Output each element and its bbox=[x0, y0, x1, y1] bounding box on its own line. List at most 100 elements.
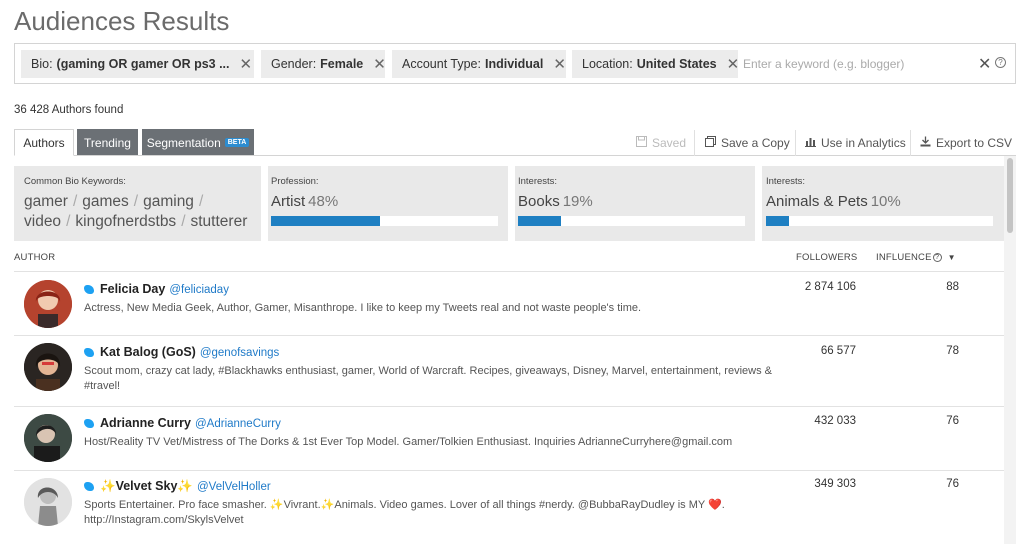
saved-label: Saved bbox=[652, 136, 687, 150]
followers-column-header[interactable]: FOLLOWERS bbox=[796, 252, 857, 263]
interests-name: Books bbox=[518, 193, 560, 210]
interests-bar bbox=[518, 216, 745, 226]
scrollbar-thumb[interactable] bbox=[1007, 158, 1013, 233]
author-column-header: AUTHOR bbox=[14, 252, 56, 263]
keyword-separator: / bbox=[133, 193, 139, 210]
interests-bar bbox=[766, 216, 993, 226]
keyword[interactable]: games bbox=[82, 193, 129, 210]
table-row[interactable]: Felicia Day @feliciaday Actress, New Medi… bbox=[14, 272, 1004, 336]
twitter-icon bbox=[84, 285, 94, 295]
profession-name: Artist bbox=[271, 193, 306, 210]
author-name-line: ✨Velvet Sky✨ @VelVelHoller bbox=[84, 479, 271, 494]
chip-value: (gaming OR gamer OR ps3 ... bbox=[56, 57, 230, 71]
keyword-separator: / bbox=[72, 193, 78, 210]
interests-label: Interests: bbox=[518, 176, 558, 187]
save-copy-button[interactable]: Save a Copy bbox=[705, 130, 790, 156]
followers-count: 2 874 106 bbox=[804, 281, 856, 293]
keyword[interactable]: video bbox=[24, 213, 61, 230]
summary-panel: Common Bio Keywords: gamer / games / gaming /… bbox=[14, 166, 1004, 241]
keyword-separator: / bbox=[181, 213, 186, 230]
author-name-line: Felicia Day @feliciaday bbox=[84, 282, 229, 296]
interests-panel-2: Interests: Animals & Pets 10% bbox=[762, 166, 1004, 241]
help-icon[interactable]: ? bbox=[995, 57, 1006, 68]
author-bio: Scout mom, crazy cat lady, #Blackhawks e… bbox=[84, 365, 772, 392]
avatar[interactable] bbox=[24, 280, 72, 328]
keyword-cloud: gamer / games / gaming / video / kingofnerdstbs /… bbox=[24, 192, 259, 232]
download-icon bbox=[920, 136, 931, 150]
tab-authors[interactable]: Authors bbox=[14, 129, 74, 156]
save-icon bbox=[636, 136, 647, 150]
use-in-analytics-button[interactable]: Use in Analytics bbox=[805, 130, 906, 156]
saved-button[interactable]: Saved bbox=[636, 130, 686, 156]
twitter-icon bbox=[84, 348, 94, 358]
export-csv-button[interactable]: Export to CSV bbox=[920, 130, 1012, 156]
table-row[interactable]: ✨Velvet Sky✨ @VelVelHoller Sports Enterta… bbox=[14, 471, 1004, 544]
keyword[interactable]: kingofnerdstbs bbox=[75, 213, 176, 230]
author-name-line: Kat Balog (GoS) @genofsavings bbox=[84, 345, 279, 359]
interests-bar-fill bbox=[518, 216, 562, 226]
action-divider bbox=[910, 130, 911, 156]
author-handle[interactable]: @VelVelHoller bbox=[197, 481, 271, 493]
use-in-analytics-label: Use in Analytics bbox=[821, 136, 906, 150]
author-name[interactable]: Adrianne Curry bbox=[100, 416, 191, 430]
chip-label: Gender: bbox=[271, 57, 317, 71]
results-count: 36 428 Authors found bbox=[14, 104, 124, 116]
help-icon[interactable]: ? bbox=[932, 252, 942, 262]
panel-divider bbox=[755, 166, 762, 241]
chip-label: Location: bbox=[582, 57, 633, 71]
action-divider bbox=[694, 130, 695, 156]
influence-score: 88 bbox=[946, 281, 959, 293]
filter-chip-location[interactable]: Location: United States ✕ bbox=[572, 50, 738, 78]
keyword-separator: / bbox=[198, 193, 204, 210]
tab-trending[interactable]: Trending bbox=[77, 129, 138, 156]
influence-header-label: INFLUENCE bbox=[876, 252, 932, 263]
clear-filters-icon[interactable]: ✕ bbox=[978, 54, 991, 74]
chip-label: Bio: bbox=[31, 57, 53, 71]
action-divider bbox=[795, 130, 796, 156]
table-row[interactable]: Kat Balog (GoS) @genofsavings Scout mom, … bbox=[14, 336, 1004, 407]
influence-column-header[interactable]: INFLUENCE? ▼ bbox=[876, 252, 956, 263]
influence-score: 76 bbox=[946, 415, 959, 427]
filter-chip-account-type[interactable]: Account Type: Individual ✕ bbox=[392, 50, 566, 78]
keyword[interactable]: gaming bbox=[143, 193, 194, 210]
interests-panel-1: Interests: Books 19% bbox=[515, 166, 755, 241]
author-handle[interactable]: @AdrianneCurry bbox=[195, 418, 281, 430]
remove-filter-icon[interactable]: ✕ bbox=[727, 57, 738, 72]
interests-bar-fill bbox=[766, 216, 789, 226]
filter-bar: Bio: (gaming OR gamer OR ps3 ... ✕ Gende… bbox=[14, 43, 1016, 84]
tab-label: Segmentation bbox=[146, 135, 221, 150]
profession-label: Profession: bbox=[271, 176, 319, 187]
author-name-line: Adrianne Curry @AdrianneCurry bbox=[84, 416, 281, 430]
filter-chip-gender[interactable]: Gender: Female ✕ bbox=[261, 50, 385, 78]
page-title: Audiences Results bbox=[14, 6, 230, 36]
influence-score: 78 bbox=[946, 345, 959, 357]
author-name[interactable]: ✨Velvet Sky✨ bbox=[100, 479, 193, 493]
interests-name: Animals & Pets bbox=[766, 193, 868, 210]
remove-filter-icon[interactable]: ✕ bbox=[553, 57, 566, 72]
profession-bar bbox=[271, 216, 498, 226]
save-copy-label: Save a Copy bbox=[721, 136, 790, 150]
filter-chip-bio[interactable]: Bio: (gaming OR gamer OR ps3 ... ✕ bbox=[21, 50, 254, 78]
keyword-input[interactable] bbox=[743, 52, 979, 76]
followers-count: 349 303 bbox=[814, 478, 856, 490]
author-name[interactable]: Kat Balog (GoS) bbox=[100, 345, 196, 359]
keyword[interactable]: stutterer bbox=[191, 213, 248, 230]
remove-filter-icon[interactable]: ✕ bbox=[373, 57, 385, 72]
interests-percent: 19% bbox=[562, 193, 593, 210]
author-handle[interactable]: @genofsavings bbox=[200, 347, 279, 359]
sort-down-icon[interactable]: ▼ bbox=[948, 253, 956, 262]
twitter-icon bbox=[84, 482, 94, 492]
keyword[interactable]: gamer bbox=[24, 193, 68, 210]
table-row[interactable]: Adrianne Curry @AdrianneCurry Host/Realit… bbox=[14, 407, 1004, 471]
remove-filter-icon[interactable]: ✕ bbox=[240, 57, 253, 72]
author-name[interactable]: Felicia Day bbox=[100, 282, 165, 296]
panel-divider bbox=[261, 166, 268, 241]
profession-bar-fill bbox=[271, 216, 380, 226]
avatar[interactable] bbox=[24, 343, 72, 391]
chip-value: Female bbox=[320, 57, 364, 71]
author-handle[interactable]: @feliciaday bbox=[169, 284, 229, 296]
avatar[interactable] bbox=[24, 478, 72, 526]
avatar[interactable] bbox=[24, 414, 72, 462]
panel-divider bbox=[508, 166, 515, 241]
tab-segmentation[interactable]: Segmentation BETA bbox=[142, 129, 254, 156]
